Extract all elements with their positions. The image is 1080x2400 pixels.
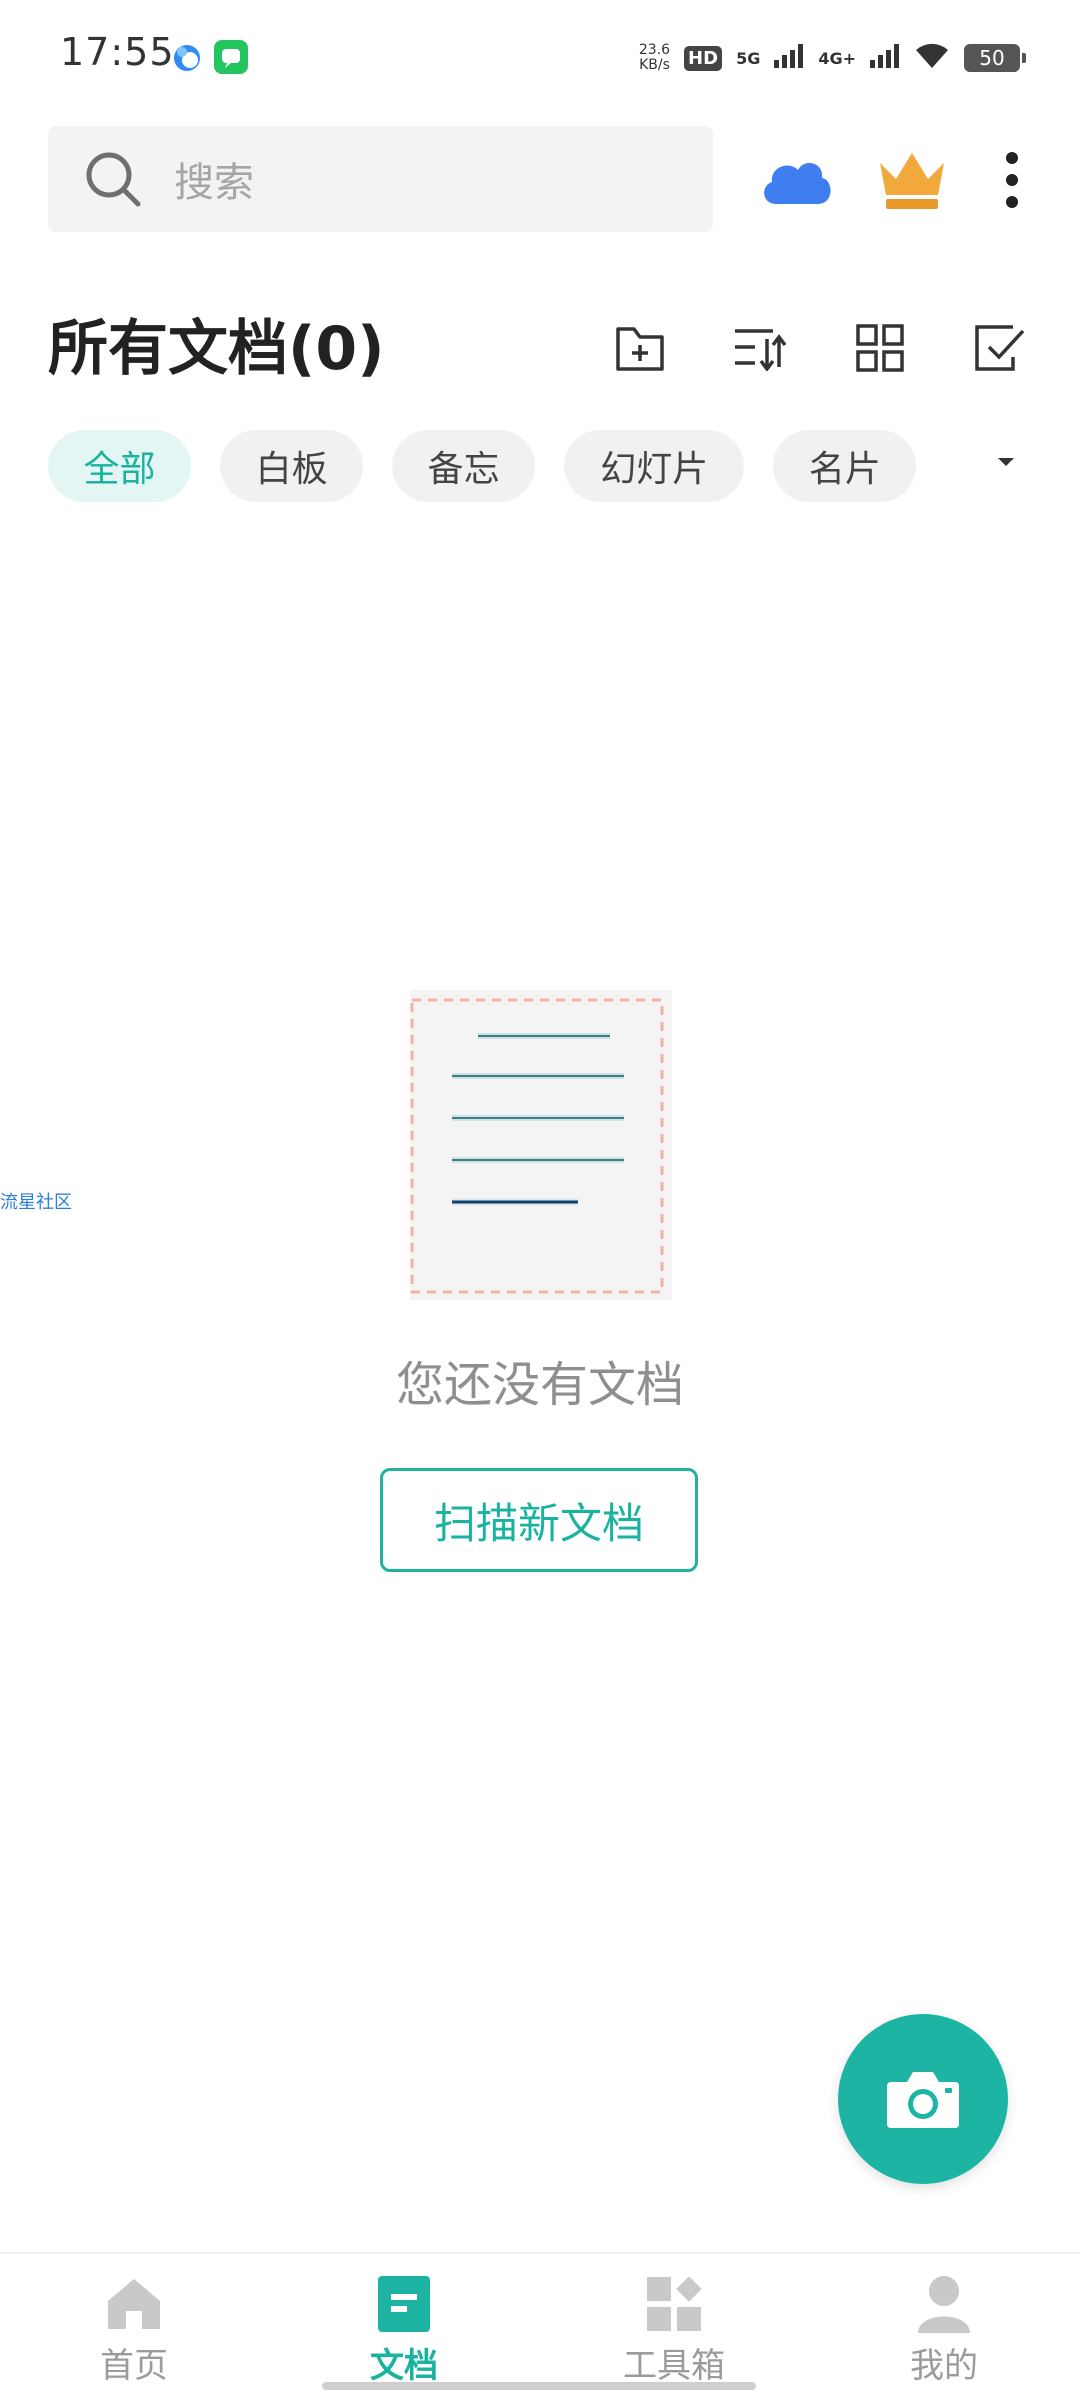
document-icon xyxy=(374,2274,434,2334)
filter-chips: 全部 白板 备忘 幻灯片 名片 xyxy=(48,430,928,502)
bottom-navigation: 首页 文档 工具箱 我的 xyxy=(0,2252,1080,2400)
toolbox-icon xyxy=(644,2274,704,2334)
network-speed: 23.6 KB/s xyxy=(639,43,670,73)
new-folder-icon xyxy=(616,327,664,371)
new-folder-button[interactable] xyxy=(600,308,680,388)
sim1-label: 5G xyxy=(736,48,761,68)
network-speed-unit: KB/s xyxy=(639,57,670,73)
side-watermark: 流星社区 xyxy=(0,1192,72,1213)
sort-button[interactable] xyxy=(720,308,800,388)
grid-view-button[interactable] xyxy=(840,308,920,388)
crown-icon xyxy=(880,153,944,209)
nav-item-home[interactable]: 首页 xyxy=(34,2254,234,2400)
more-options-button[interactable] xyxy=(972,140,1052,220)
battery-icon: 50 xyxy=(964,44,1026,72)
nav-item-profile[interactable]: 我的 xyxy=(844,2254,1044,2400)
nav-label-home: 首页 xyxy=(100,2346,168,2386)
hd-badge: HD xyxy=(684,45,723,71)
filter-expand-button[interactable] xyxy=(990,446,1022,478)
premium-button[interactable] xyxy=(872,140,952,220)
nav-label-profile: 我的 xyxy=(910,2346,978,2386)
filter-chip-all[interactable]: 全部 xyxy=(48,430,191,502)
sort-icon xyxy=(735,329,787,371)
document-placeholder-icon xyxy=(410,990,672,1300)
search-bar[interactable]: 搜索 xyxy=(48,126,713,232)
nav-label-documents: 文档 xyxy=(370,2346,438,2386)
camera-scan-button[interactable] xyxy=(838,2014,1008,2184)
network-speed-value: 23.6 xyxy=(638,42,671,58)
checkbox-select-icon xyxy=(975,325,1025,371)
empty-document-illustration xyxy=(410,990,672,1300)
filter-chip-business-card[interactable]: 名片 xyxy=(773,430,917,502)
status-indicators: 23.6 KB/s HD 5G 4G+ 50 xyxy=(639,36,1026,80)
home-indicator[interactable] xyxy=(322,2382,756,2390)
home-icon xyxy=(104,2274,164,2334)
nav-item-documents[interactable]: 文档 xyxy=(304,2254,504,2400)
caret-down-icon xyxy=(998,458,1014,466)
camera-icon xyxy=(887,2072,959,2128)
scan-new-document-button[interactable]: 扫描新文档 xyxy=(380,1468,698,1572)
filter-chip-memo[interactable]: 备忘 xyxy=(392,430,536,502)
filter-chip-whiteboard[interactable]: 白板 xyxy=(220,430,364,502)
filter-chip-slides[interactable]: 幻灯片 xyxy=(564,430,745,502)
wifi-icon xyxy=(914,42,950,74)
nav-label-toolbox: 工具箱 xyxy=(623,2346,725,2386)
status-bar: 17:55 23.6 KB/s HD 5G 4G+ 50 xyxy=(0,0,1080,110)
status-time: 17:55 xyxy=(60,30,175,74)
empty-state-message: 您还没有文档 xyxy=(395,1357,684,1413)
select-mode-button[interactable] xyxy=(960,308,1040,388)
message-notification-icon xyxy=(214,40,248,74)
grid-icon xyxy=(856,324,904,372)
search-placeholder: 搜索 xyxy=(174,160,254,206)
cloud-icon xyxy=(764,163,831,204)
sim2-label: 4G+ xyxy=(818,48,856,68)
profile-icon xyxy=(914,2274,974,2334)
more-vertical-icon xyxy=(1006,152,1018,208)
signal-icon xyxy=(774,44,804,72)
page-title: 所有文档(0) xyxy=(48,314,385,384)
search-icon xyxy=(86,152,141,207)
browser-notification-icon xyxy=(170,40,204,74)
signal-icon xyxy=(870,44,900,72)
cloud-sync-button[interactable] xyxy=(756,140,836,220)
nav-item-toolbox[interactable]: 工具箱 xyxy=(574,2254,774,2400)
